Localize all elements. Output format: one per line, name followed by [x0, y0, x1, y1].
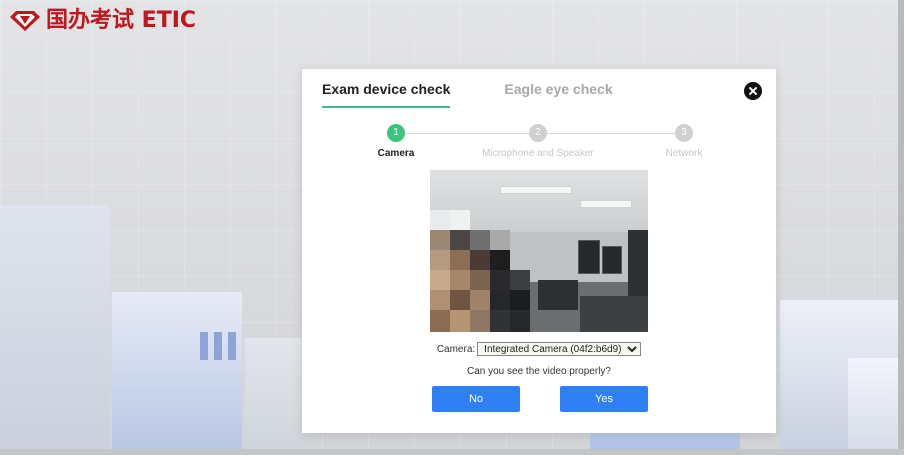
camera-select[interactable]: Integrated Camera (04f2:b6d9): [477, 342, 642, 356]
step-1-label: Camera: [377, 148, 415, 159]
pixel-block: [470, 270, 490, 290]
tab-eagle-eye-check[interactable]: Eagle eye check: [504, 81, 612, 108]
step-3-dot: 3: [675, 124, 693, 142]
pixel-block: [450, 310, 470, 332]
step-connector: [538, 133, 684, 134]
no-button[interactable]: No: [432, 386, 520, 412]
pixel-block: [430, 290, 450, 310]
step-1-dot: 1: [387, 124, 405, 142]
step-2-dot: 2: [529, 124, 547, 142]
preview-cabinet: [628, 230, 648, 300]
step-2-label: Microphone and Speaker: [482, 148, 594, 159]
camera-select-row: Camera: Integrated Camera (04f2:b6d9): [302, 342, 776, 356]
building-window: [200, 332, 208, 360]
preview-chair: [538, 280, 578, 310]
yes-button[interactable]: Yes: [560, 386, 648, 412]
camera-label: Camera:: [436, 344, 476, 355]
pixel-block: [450, 250, 470, 270]
preview-ceiling-light: [500, 186, 572, 194]
scrollbar-track[interactable]: [898, 0, 904, 455]
pixel-block: [490, 230, 510, 250]
pixel-block: [430, 250, 450, 270]
pixel-block: [490, 290, 510, 310]
pixel-block: [510, 290, 530, 310]
pixel-block: [510, 270, 530, 290]
brand-logo-text: 国办考试 ETIC: [46, 8, 197, 33]
pixel-block: [430, 270, 450, 290]
pixel-block: [490, 250, 510, 270]
pixel-block: [430, 230, 450, 250]
pixel-block: [470, 290, 490, 310]
pixel-block: [450, 230, 470, 250]
close-icon[interactable]: [744, 82, 762, 100]
step-progress: 1 2 3 Camera Microphone and Speaker Netw…: [302, 123, 776, 163]
pixel-block: [450, 210, 470, 230]
background-building: [245, 338, 305, 455]
pixel-block: [470, 310, 490, 332]
dialog-tabs: Exam device check Eagle eye check: [322, 81, 613, 108]
pixel-block: [470, 250, 490, 270]
background-building: [0, 205, 110, 455]
step-connector: [398, 133, 538, 134]
preview-desk-equipment: [580, 296, 648, 332]
pixel-block: [490, 310, 510, 332]
brand-logo: 国办考试 ETIC: [10, 8, 196, 34]
bottom-edge: [0, 449, 904, 455]
pixel-block: [430, 310, 450, 332]
tab-exam-device-check[interactable]: Exam device check: [322, 81, 451, 108]
video-question: Can you see the video properly?: [467, 366, 611, 377]
background-building: [848, 358, 904, 455]
preview-monitor: [578, 240, 600, 274]
pixel-block: [510, 310, 530, 332]
building-window: [214, 332, 222, 360]
building-window: [228, 332, 236, 360]
camera-preview: [430, 170, 648, 332]
diamond-logo-icon: [10, 11, 40, 31]
background-building: [112, 292, 242, 455]
pixel-block: [450, 290, 470, 310]
pixel-block: [450, 270, 470, 290]
pixel-block: [490, 270, 510, 290]
step-3-label: Network: [665, 148, 703, 159]
pixel-block: [430, 210, 450, 230]
preview-ceiling-light: [580, 200, 632, 208]
device-check-dialog: Exam device check Eagle eye check 1 2 3 …: [302, 69, 776, 433]
pixel-block: [470, 230, 490, 250]
preview-monitor: [602, 246, 622, 274]
